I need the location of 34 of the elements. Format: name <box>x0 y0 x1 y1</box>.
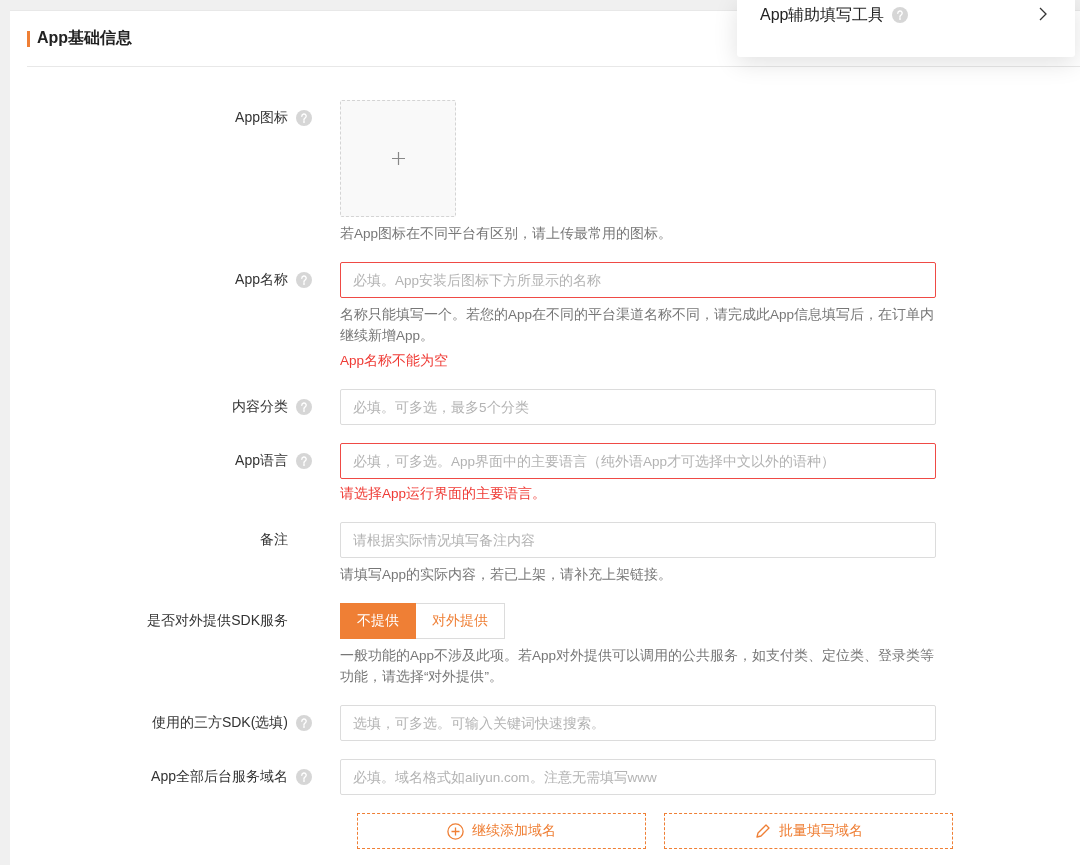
plus-circle-icon <box>447 822 464 840</box>
help-icon[interactable] <box>892 7 909 23</box>
field-label: 使用的三方SDK(选填) <box>151 714 288 732</box>
input-field[interactable]: 必填，可多选。App界面中的主要语言（纯外语App才可选择中文以外的语种） <box>340 443 936 479</box>
chevron-right-icon[interactable] <box>1039 7 1047 21</box>
help-icon[interactable] <box>296 110 312 126</box>
segment-option[interactable]: 对外提供 <box>416 603 505 639</box>
field-label: App图标 <box>235 109 288 127</box>
field-label: App语言 <box>235 452 288 470</box>
help-icon[interactable] <box>296 272 312 288</box>
batch-fill-button[interactable]: 批量填写域名 <box>664 813 953 849</box>
help-icon[interactable] <box>296 769 312 785</box>
error-message: App名称不能为空 <box>340 352 450 370</box>
input-field[interactable]: 必填。App安装后图标下方所显示的名称 <box>340 262 936 298</box>
hint-text: 名称只能填写一个。若您的App在不同的平台渠道名称不同，请完成此App信息填写后，在订单内继续新增App。 <box>340 306 936 345</box>
pencil-icon <box>754 823 771 839</box>
hint-text: 一般功能的App不涉及此项。若App对外提供可以调用的公共服务，如支付类、定位类、登录类等功能，请选择“对外提供”。 <box>340 647 936 686</box>
field-label: 备注 <box>260 531 288 549</box>
help-icon[interactable] <box>296 715 312 731</box>
add-domain-button[interactable]: 继续添加域名 <box>357 813 646 849</box>
field-label: 内容分类 <box>232 398 288 416</box>
field-label: 是否对外提供SDK服务 <box>147 612 288 630</box>
section-title: App基础信息 <box>37 28 133 48</box>
upload-area[interactable] <box>340 100 456 217</box>
plus-icon <box>391 152 405 165</box>
help-icon[interactable] <box>296 453 312 469</box>
hint-text: 请填写App的实际内容，若已上架，请补充上架链接。 <box>340 566 674 584</box>
hint-text: 若App图标在不同平台有区别，请上传最常用的图标。 <box>340 225 674 243</box>
field-label: App全部后台服务域名 <box>151 768 288 786</box>
segment-option[interactable]: 不提供 <box>340 603 416 639</box>
error-message: 请选择App运行界面的主要语言。 <box>340 485 548 503</box>
panel-title: App辅助填写工具 <box>760 5 885 25</box>
help-icon[interactable] <box>296 399 312 415</box>
field-label: App名称 <box>235 271 288 289</box>
